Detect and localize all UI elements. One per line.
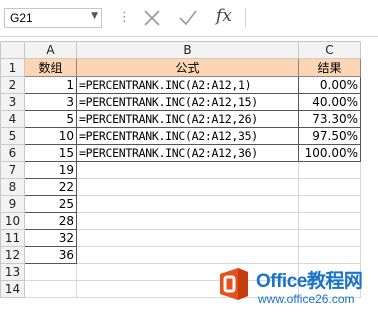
row-header[interactable]: 2 bbox=[0, 76, 25, 94]
row-header[interactable]: 6 bbox=[0, 144, 25, 162]
cell-c[interactable] bbox=[298, 178, 361, 196]
cell-b[interactable]: 公式 bbox=[76, 58, 299, 77]
table-row: 8 22 bbox=[0, 178, 361, 196]
row-header[interactable]: 7 bbox=[0, 161, 25, 179]
check-icon[interactable] bbox=[176, 7, 200, 29]
cell-c[interactable] bbox=[298, 229, 361, 247]
cell-a[interactable]: 32 bbox=[24, 229, 77, 247]
cell-b[interactable]: =PERCENTRANK.INC(A2:A12,36) bbox=[76, 144, 299, 162]
cell-b[interactable]: =PERCENTRANK.INC(A2:A12,15) bbox=[76, 93, 299, 111]
row-header[interactable]: 8 bbox=[0, 178, 25, 196]
row-header[interactable]: 13 bbox=[0, 263, 25, 281]
cell-b[interactable] bbox=[76, 212, 299, 230]
formula-input[interactable] bbox=[245, 8, 378, 28]
table-row: 1 数组 公式 结果 bbox=[0, 58, 361, 77]
cell-b[interactable]: =PERCENTRANK.INC(A2:A12,35) bbox=[76, 127, 299, 145]
row-header[interactable]: 3 bbox=[0, 93, 25, 111]
table-row: 4 5 =PERCENTRANK.INC(A2:A12,26) 73.30% bbox=[0, 110, 361, 128]
cell-a[interactable]: 5 bbox=[24, 110, 77, 128]
table-row: 7 19 bbox=[0, 161, 361, 179]
cell-b[interactable] bbox=[76, 161, 299, 179]
office-logo-icon bbox=[220, 268, 248, 300]
cell-c[interactable]: 40.00% bbox=[298, 93, 361, 111]
cell-b[interactable] bbox=[76, 229, 299, 247]
cell-a[interactable] bbox=[24, 280, 77, 298]
cell-a[interactable] bbox=[24, 263, 77, 281]
table-row: 12 36 bbox=[0, 246, 361, 264]
spreadsheet-grid: A B C 1 数组 公式 结果 2 1 =PERCENTRANK.INC(A2:A12,1… bbox=[0, 41, 361, 298]
row-header[interactable]: 1 bbox=[0, 58, 25, 77]
cell-a[interactable]: 28 bbox=[24, 212, 77, 230]
cell-a[interactable]: 1 bbox=[24, 76, 77, 94]
cell-b[interactable] bbox=[76, 195, 299, 213]
name-box-value: G21 bbox=[10, 11, 33, 25]
vertical-dots-icon: ⋮ bbox=[118, 10, 131, 25]
cell-c[interactable] bbox=[298, 161, 361, 179]
cell-c[interactable] bbox=[298, 246, 361, 264]
watermark-title: Office教程网 bbox=[256, 271, 363, 292]
cell-b[interactable] bbox=[76, 178, 299, 196]
table-row: 9 25 bbox=[0, 195, 361, 213]
insert-function-button[interactable]: fx bbox=[216, 6, 232, 26]
row-header[interactable]: 5 bbox=[0, 127, 25, 145]
row-header[interactable]: 10 bbox=[0, 212, 25, 230]
cell-b[interactable] bbox=[76, 246, 299, 264]
cell-c[interactable] bbox=[298, 195, 361, 213]
column-header-b[interactable]: B bbox=[76, 41, 299, 59]
cell-a[interactable]: 22 bbox=[24, 178, 77, 196]
row-header[interactable]: 12 bbox=[0, 246, 25, 264]
row-header[interactable]: 11 bbox=[0, 229, 25, 247]
watermark-url: www.office26.com bbox=[258, 292, 355, 306]
cell-c[interactable]: 73.30% bbox=[298, 110, 361, 128]
select-all-corner[interactable] bbox=[0, 41, 25, 59]
column-header-a[interactable]: A bbox=[24, 41, 77, 59]
table-row: 6 15 =PERCENTRANK.INC(A2:A12,36) 100.00% bbox=[0, 144, 361, 162]
cell-a[interactable]: 10 bbox=[24, 127, 77, 145]
cell-b[interactable]: =PERCENTRANK.INC(A2:A12,1) bbox=[76, 76, 299, 94]
cell-a[interactable]: 19 bbox=[24, 161, 77, 179]
cell-b[interactable]: =PERCENTRANK.INC(A2:A12,26) bbox=[76, 110, 299, 128]
table-row: 2 1 =PERCENTRANK.INC(A2:A12,1) 0.00% bbox=[0, 76, 361, 94]
cell-c[interactable]: 0.00% bbox=[298, 76, 361, 94]
cell-c[interactable] bbox=[298, 212, 361, 230]
cell-a[interactable]: 15 bbox=[24, 144, 77, 162]
name-box[interactable]: G21 ▼ bbox=[4, 8, 102, 28]
cell-c[interactable]: 97.50% bbox=[298, 127, 361, 145]
cell-a[interactable]: 36 bbox=[24, 246, 77, 264]
row-header[interactable]: 9 bbox=[0, 195, 25, 213]
table-row: 10 28 bbox=[0, 212, 361, 230]
row-header[interactable]: 14 bbox=[0, 280, 25, 298]
cancel-icon[interactable] bbox=[140, 7, 164, 29]
cell-c[interactable]: 结果 bbox=[298, 58, 361, 77]
cell-c[interactable]: 100.00% bbox=[298, 144, 361, 162]
table-row: 11 32 bbox=[0, 229, 361, 247]
column-header-c[interactable]: C bbox=[298, 41, 361, 59]
formula-bar-area: G21 ▼ ⋮ fx bbox=[0, 0, 378, 37]
cell-a[interactable]: 数组 bbox=[24, 58, 77, 77]
chevron-down-icon[interactable]: ▼ bbox=[91, 11, 98, 21]
cell-a[interactable]: 25 bbox=[24, 195, 77, 213]
table-row: 5 10 =PERCENTRANK.INC(A2:A12,35) 97.50% bbox=[0, 127, 361, 145]
table-row: 3 3 =PERCENTRANK.INC(A2:A12,15) 40.00% bbox=[0, 93, 361, 111]
watermark: Office教程网 www.office26.com bbox=[214, 262, 378, 312]
cell-a[interactable]: 3 bbox=[24, 93, 77, 111]
row-header[interactable]: 4 bbox=[0, 110, 25, 128]
